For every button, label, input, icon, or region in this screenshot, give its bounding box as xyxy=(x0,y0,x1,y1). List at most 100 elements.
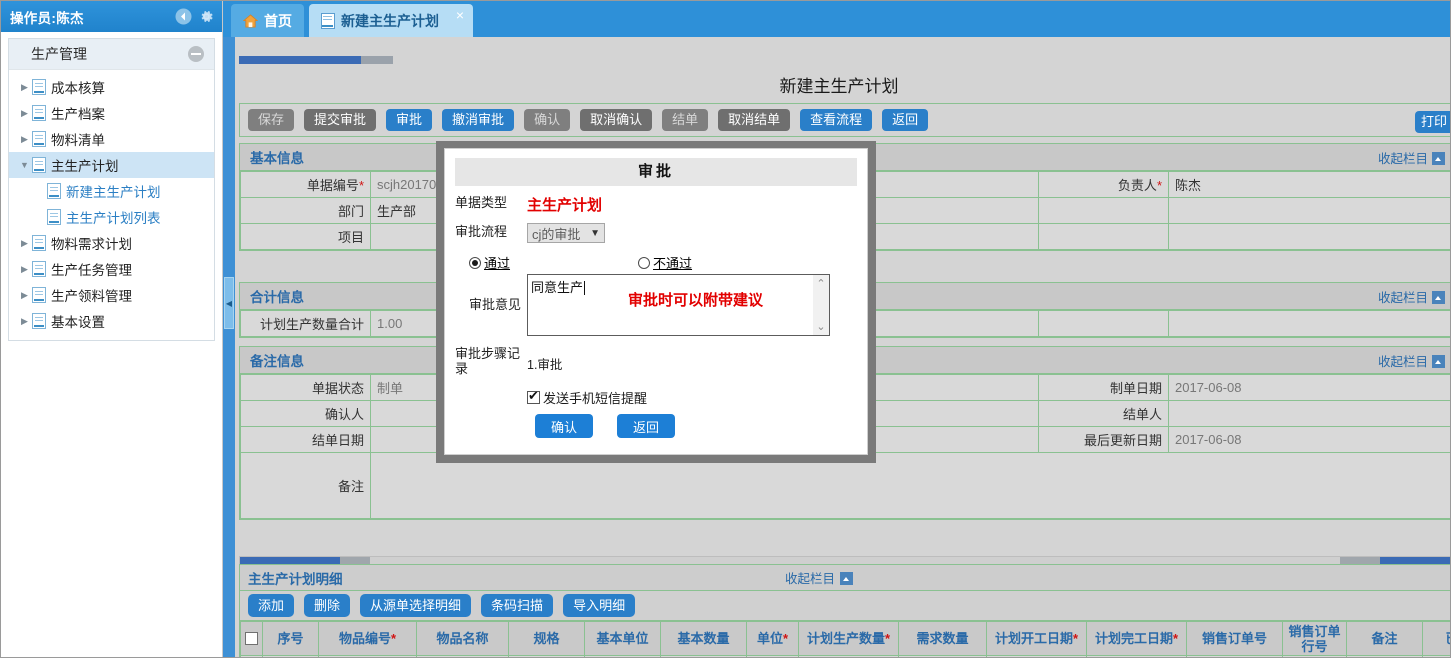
sms-reminder-row[interactable]: 发送手机短信提醒 xyxy=(527,388,867,407)
field-label-close-date: 结单日期 xyxy=(241,427,371,453)
field-value-empty-2[interactable] xyxy=(1169,224,1451,250)
field-value-empty-1[interactable] xyxy=(1169,198,1451,224)
col-demand-qty[interactable]: 需求数量 xyxy=(899,622,987,656)
pass-radio[interactable] xyxy=(469,257,481,269)
dialog-row-steps: 审批步骤记录 1.审批 xyxy=(455,346,867,376)
approval-flow-select[interactable]: cj的审批 ▼ xyxy=(527,223,605,243)
col-plan-qty[interactable]: 计划生产数量* xyxy=(799,622,899,656)
sidebar-item-new-master-production-plan[interactable]: 新建主生产计划 xyxy=(9,178,214,204)
collapse-panel-link[interactable]: 收起栏目 xyxy=(1378,287,1445,306)
scroll-down-icon[interactable]: ⌄ xyxy=(816,320,825,333)
sidebar-item-basic-settings[interactable]: ▶ 基本设置 xyxy=(9,308,214,334)
collapse-detail-link[interactable]: 收起栏目 xyxy=(785,568,853,587)
chevron-right-icon[interactable]: ▶ xyxy=(17,316,32,327)
add-row-button[interactable]: 添加 xyxy=(248,594,294,617)
confirm-button[interactable]: 确认 xyxy=(524,109,570,131)
sidebar-collapse-rail[interactable]: ◀ xyxy=(223,37,235,658)
import-detail-button[interactable]: 导入明细 xyxy=(563,594,635,617)
scroll-up-icon[interactable]: ⌃ xyxy=(816,277,825,290)
textarea-scrollbar[interactable]: ⌃ ⌄ xyxy=(813,275,829,335)
submit-approval-button[interactable]: 提交审批 xyxy=(304,109,376,131)
select-all-checkbox[interactable] xyxy=(245,632,258,645)
detail-header: 主生产计划明细 收起栏目 xyxy=(240,565,1451,591)
sidebar-item-cost-accounting[interactable]: ▶ 成本核算 xyxy=(9,74,214,100)
chevron-right-icon[interactable]: ▶ xyxy=(17,108,32,119)
chevron-right-icon[interactable]: ▶ xyxy=(17,82,32,93)
col-plan-end-date[interactable]: 计划完工日期* xyxy=(1087,622,1187,656)
menu-group-production: 生产管理 ▶ 成本核算 ▶ 生产档案 ▶ 物料清单 xyxy=(8,38,215,341)
delete-row-button[interactable]: 删除 xyxy=(304,594,350,617)
col-spec[interactable]: 规格 xyxy=(509,622,585,656)
col-sales-order[interactable]: 销售订单号 xyxy=(1187,622,1283,656)
sidebar-item-label: 成本核算 xyxy=(51,77,105,97)
col-base-unit[interactable]: 基本单位 xyxy=(585,622,661,656)
cancel-close-order-button[interactable]: 取消结单 xyxy=(718,109,790,131)
chevron-right-icon[interactable]: ▶ xyxy=(17,290,32,301)
back-icon[interactable] xyxy=(174,7,193,26)
doc-type-value: 主生产计划 xyxy=(527,194,602,215)
sms-checkbox[interactable] xyxy=(527,391,540,404)
save-button[interactable]: 保存 xyxy=(248,109,294,131)
menu-group-header[interactable]: 生产管理 xyxy=(9,39,214,70)
sidebar-item-production-archive[interactable]: ▶ 生产档案 xyxy=(9,100,214,126)
print-button[interactable]: 打印 xyxy=(1415,111,1451,133)
grid-header-row: 序号 物品编号* 物品名称 规格 基本单位 基本数量 单位* 计划生产数量* 需… xyxy=(241,622,1451,656)
column-label: 备注 xyxy=(1371,631,1397,646)
opinion-textarea[interactable]: 同意生产 审批时可以附带建议 ⌃ ⌄ xyxy=(527,274,830,336)
collapse-handle[interactable]: ◀ xyxy=(224,277,234,329)
chevron-right-icon[interactable]: ▶ xyxy=(17,134,32,145)
col-remark[interactable]: 备注 xyxy=(1347,622,1423,656)
col-plan-start-date[interactable]: 计划开工日期* xyxy=(987,622,1087,656)
field-value-owner[interactable]: 陈杰 xyxy=(1169,172,1451,198)
dialog-back-button[interactable]: 返回 xyxy=(617,414,675,438)
revoke-approval-button[interactable]: 撤消审批 xyxy=(442,109,514,131)
doc-icon xyxy=(321,13,335,29)
col-sales-order-line[interactable]: 销售订单行号 xyxy=(1283,622,1347,656)
dialog-buttons: 确认 返回 xyxy=(527,414,867,438)
collapse-panel-link[interactable]: 收起栏目 xyxy=(1378,148,1445,167)
collapse-link-label: 收起栏目 xyxy=(785,572,835,586)
sidebar-item-label: 生产领料管理 xyxy=(51,285,132,305)
close-icon[interactable]: × xyxy=(456,7,464,23)
fail-label[interactable]: 不通过 xyxy=(653,253,692,272)
detail-toolbar: 添加 删除 从源单选择明细 条码扫描 导入明细 xyxy=(240,591,1451,621)
fail-radio[interactable] xyxy=(638,257,650,269)
cancel-confirm-button[interactable]: 取消确认 xyxy=(580,109,652,131)
chevron-right-icon[interactable]: ▶ xyxy=(17,264,32,275)
chevron-down-icon[interactable]: ▼ xyxy=(17,160,32,170)
back-button[interactable]: 返回 xyxy=(882,109,928,131)
dialog-confirm-button[interactable]: 确认 xyxy=(535,414,593,438)
collapse-arrow-icon xyxy=(840,572,853,585)
detail-section: 主生产计划明细 收起栏目 添加 删除 从源单选择明细 条码扫描 导入明细 xyxy=(239,564,1451,658)
sidebar-item-bom[interactable]: ▶ 物料清单 xyxy=(9,126,214,152)
col-issued[interactable]: 已下 xyxy=(1423,622,1451,656)
approve-button[interactable]: 审批 xyxy=(386,109,432,131)
sidebar-item-production-task-management[interactable]: ▶ 生产任务管理 xyxy=(9,256,214,282)
tab-home[interactable]: 首页 xyxy=(231,4,304,37)
close-order-button[interactable]: 结单 xyxy=(662,109,708,131)
col-base-qty[interactable]: 基本数量 xyxy=(661,622,747,656)
sidebar-item-master-production-plan-list[interactable]: 主生产计划列表 xyxy=(9,204,214,230)
select-all-header[interactable] xyxy=(241,622,263,656)
tab-new-master-production-plan[interactable]: 新建主生产计划 × xyxy=(309,4,473,37)
field-label-owner: 负责人* xyxy=(1039,172,1169,198)
col-item-code[interactable]: 物品编号* xyxy=(319,622,417,656)
view-flow-button[interactable]: 查看流程 xyxy=(800,109,872,131)
collapse-minus-icon[interactable] xyxy=(188,46,204,62)
chevron-right-icon[interactable]: ▶ xyxy=(17,238,32,249)
col-seq[interactable]: 序号 xyxy=(263,622,319,656)
barcode-scan-button[interactable]: 条码扫描 xyxy=(481,594,553,617)
select-from-source-button[interactable]: 从源单选择明细 xyxy=(360,594,471,617)
required-marker: * xyxy=(391,631,396,646)
sidebar-item-master-production-plan[interactable]: ▼ 主生产计划 xyxy=(9,152,214,178)
sidebar-item-production-material-requisition[interactable]: ▶ 生产领料管理 xyxy=(9,282,214,308)
column-label: 物品名称 xyxy=(436,631,488,646)
col-item-name[interactable]: 物品名称 xyxy=(417,622,509,656)
collapse-panel-link[interactable]: 收起栏目 xyxy=(1378,351,1445,370)
sidebar-item-mrp[interactable]: ▶ 物料需求计划 xyxy=(9,230,214,256)
gear-icon[interactable] xyxy=(197,7,216,26)
col-unit[interactable]: 单位* xyxy=(747,622,799,656)
pass-label[interactable]: 通过 xyxy=(484,253,510,272)
collapse-arrow-icon xyxy=(1432,152,1445,165)
doc-icon xyxy=(32,105,46,121)
